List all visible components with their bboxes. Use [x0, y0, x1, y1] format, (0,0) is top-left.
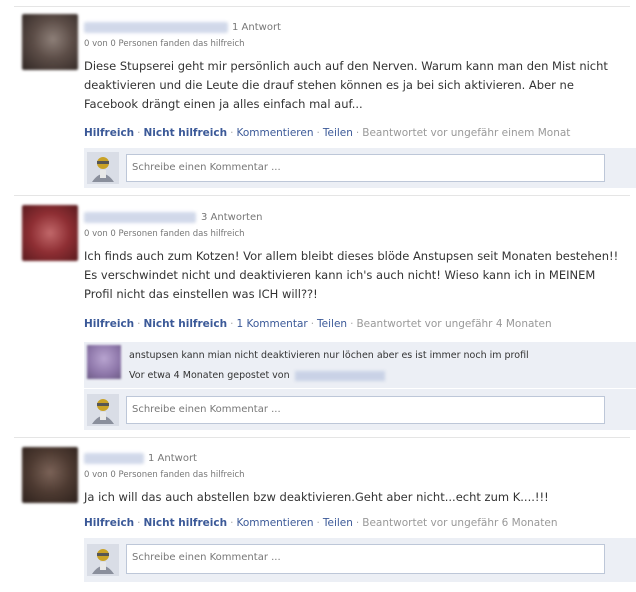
- user-silhouette-icon: [87, 544, 119, 576]
- comment-box: Schreibe einen Kommentar ...: [84, 538, 636, 582]
- post-divider: [14, 437, 630, 438]
- comment-input[interactable]: Schreibe einen Kommentar ...: [126, 396, 605, 424]
- post-text: Ich finds auch zum Kotzen! Vor allem ble…: [84, 249, 619, 301]
- helpful-count: 0 von 0 Personen fanden das hilfreich: [84, 39, 245, 49]
- post-text: Diese Stupserei geht mir persönlich auch…: [84, 59, 608, 111]
- answered-timestamp: Beantwortet vor ungefähr 4 Monaten: [356, 318, 552, 330]
- helpful-link[interactable]: Hilfreich: [84, 517, 134, 529]
- comment-box: Schreibe einen Kommentar ...: [84, 148, 636, 188]
- helpful-count: 0 von 0 Personen fanden das hilfreich: [84, 470, 245, 480]
- commenter-name-redacted[interactable]: [294, 370, 385, 381]
- commenter-avatar[interactable]: [87, 345, 121, 379]
- not-helpful-link[interactable]: Nicht hilfreich: [144, 517, 228, 529]
- not-helpful-link[interactable]: Nicht hilfreich: [144, 127, 228, 139]
- user-avatar[interactable]: [22, 447, 78, 503]
- comment-text: anstupsen kann mian nicht deaktivieren n…: [129, 350, 529, 361]
- share-link[interactable]: Teilen: [323, 517, 353, 529]
- comment-link[interactable]: Kommentieren: [236, 127, 313, 139]
- post-actions: Hilfreich · Nicht hilfreich · Kommentieren · T…: [84, 127, 571, 139]
- not-helpful-link[interactable]: Nicht hilfreich: [144, 318, 228, 330]
- comment-divider: [84, 388, 636, 389]
- post-text: Ja ich will das auch abstellen bzw deakt…: [84, 490, 549, 504]
- post-actions: Hilfreich · Nicht hilfreich · 1 Kommentar · Te…: [84, 318, 552, 330]
- share-link[interactable]: Teilen: [317, 318, 347, 330]
- share-link[interactable]: Teilen: [323, 127, 353, 139]
- author-name-redacted[interactable]: [84, 453, 144, 464]
- user-silhouette-icon: [87, 152, 119, 184]
- user-avatar[interactable]: [22, 205, 78, 261]
- answered-timestamp: Beantwortet vor ungefähr einem Monat: [362, 127, 571, 139]
- helpful-count: 0 von 0 Personen fanden das hilfreich: [84, 229, 245, 239]
- helpful-link[interactable]: Hilfreich: [84, 318, 134, 330]
- comment-timestamp: Vor etwa 4 Monaten gepostet von: [129, 370, 290, 381]
- answer-count[interactable]: 1 Antwort: [232, 22, 281, 33]
- comment-section: anstupsen kann mian nicht deaktivieren n…: [84, 342, 636, 430]
- post-divider: [14, 195, 630, 196]
- comment-input[interactable]: Schreibe einen Kommentar ...: [126, 154, 605, 182]
- user-silhouette-icon: [87, 394, 119, 426]
- answer-count[interactable]: 3 Antworten: [201, 212, 262, 223]
- author-name-redacted[interactable]: [84, 22, 228, 33]
- comment-meta: Vor etwa 4 Monaten gepostet von: [129, 370, 385, 381]
- answered-timestamp: Beantwortet vor ungefähr 6 Monaten: [362, 517, 558, 529]
- comment-input[interactable]: Schreibe einen Kommentar ...: [126, 544, 605, 574]
- comment-link[interactable]: Kommentieren: [236, 517, 313, 529]
- author-name-redacted[interactable]: [84, 212, 196, 223]
- post-actions: Hilfreich · Nicht hilfreich · Kommentieren · T…: [84, 517, 558, 529]
- answer-count[interactable]: 1 Antwort: [148, 453, 197, 464]
- helpful-link[interactable]: Hilfreich: [84, 127, 134, 139]
- user-avatar[interactable]: [22, 14, 78, 70]
- comment-count-link[interactable]: 1 Kommentar: [236, 318, 307, 330]
- post-divider: [14, 6, 630, 7]
